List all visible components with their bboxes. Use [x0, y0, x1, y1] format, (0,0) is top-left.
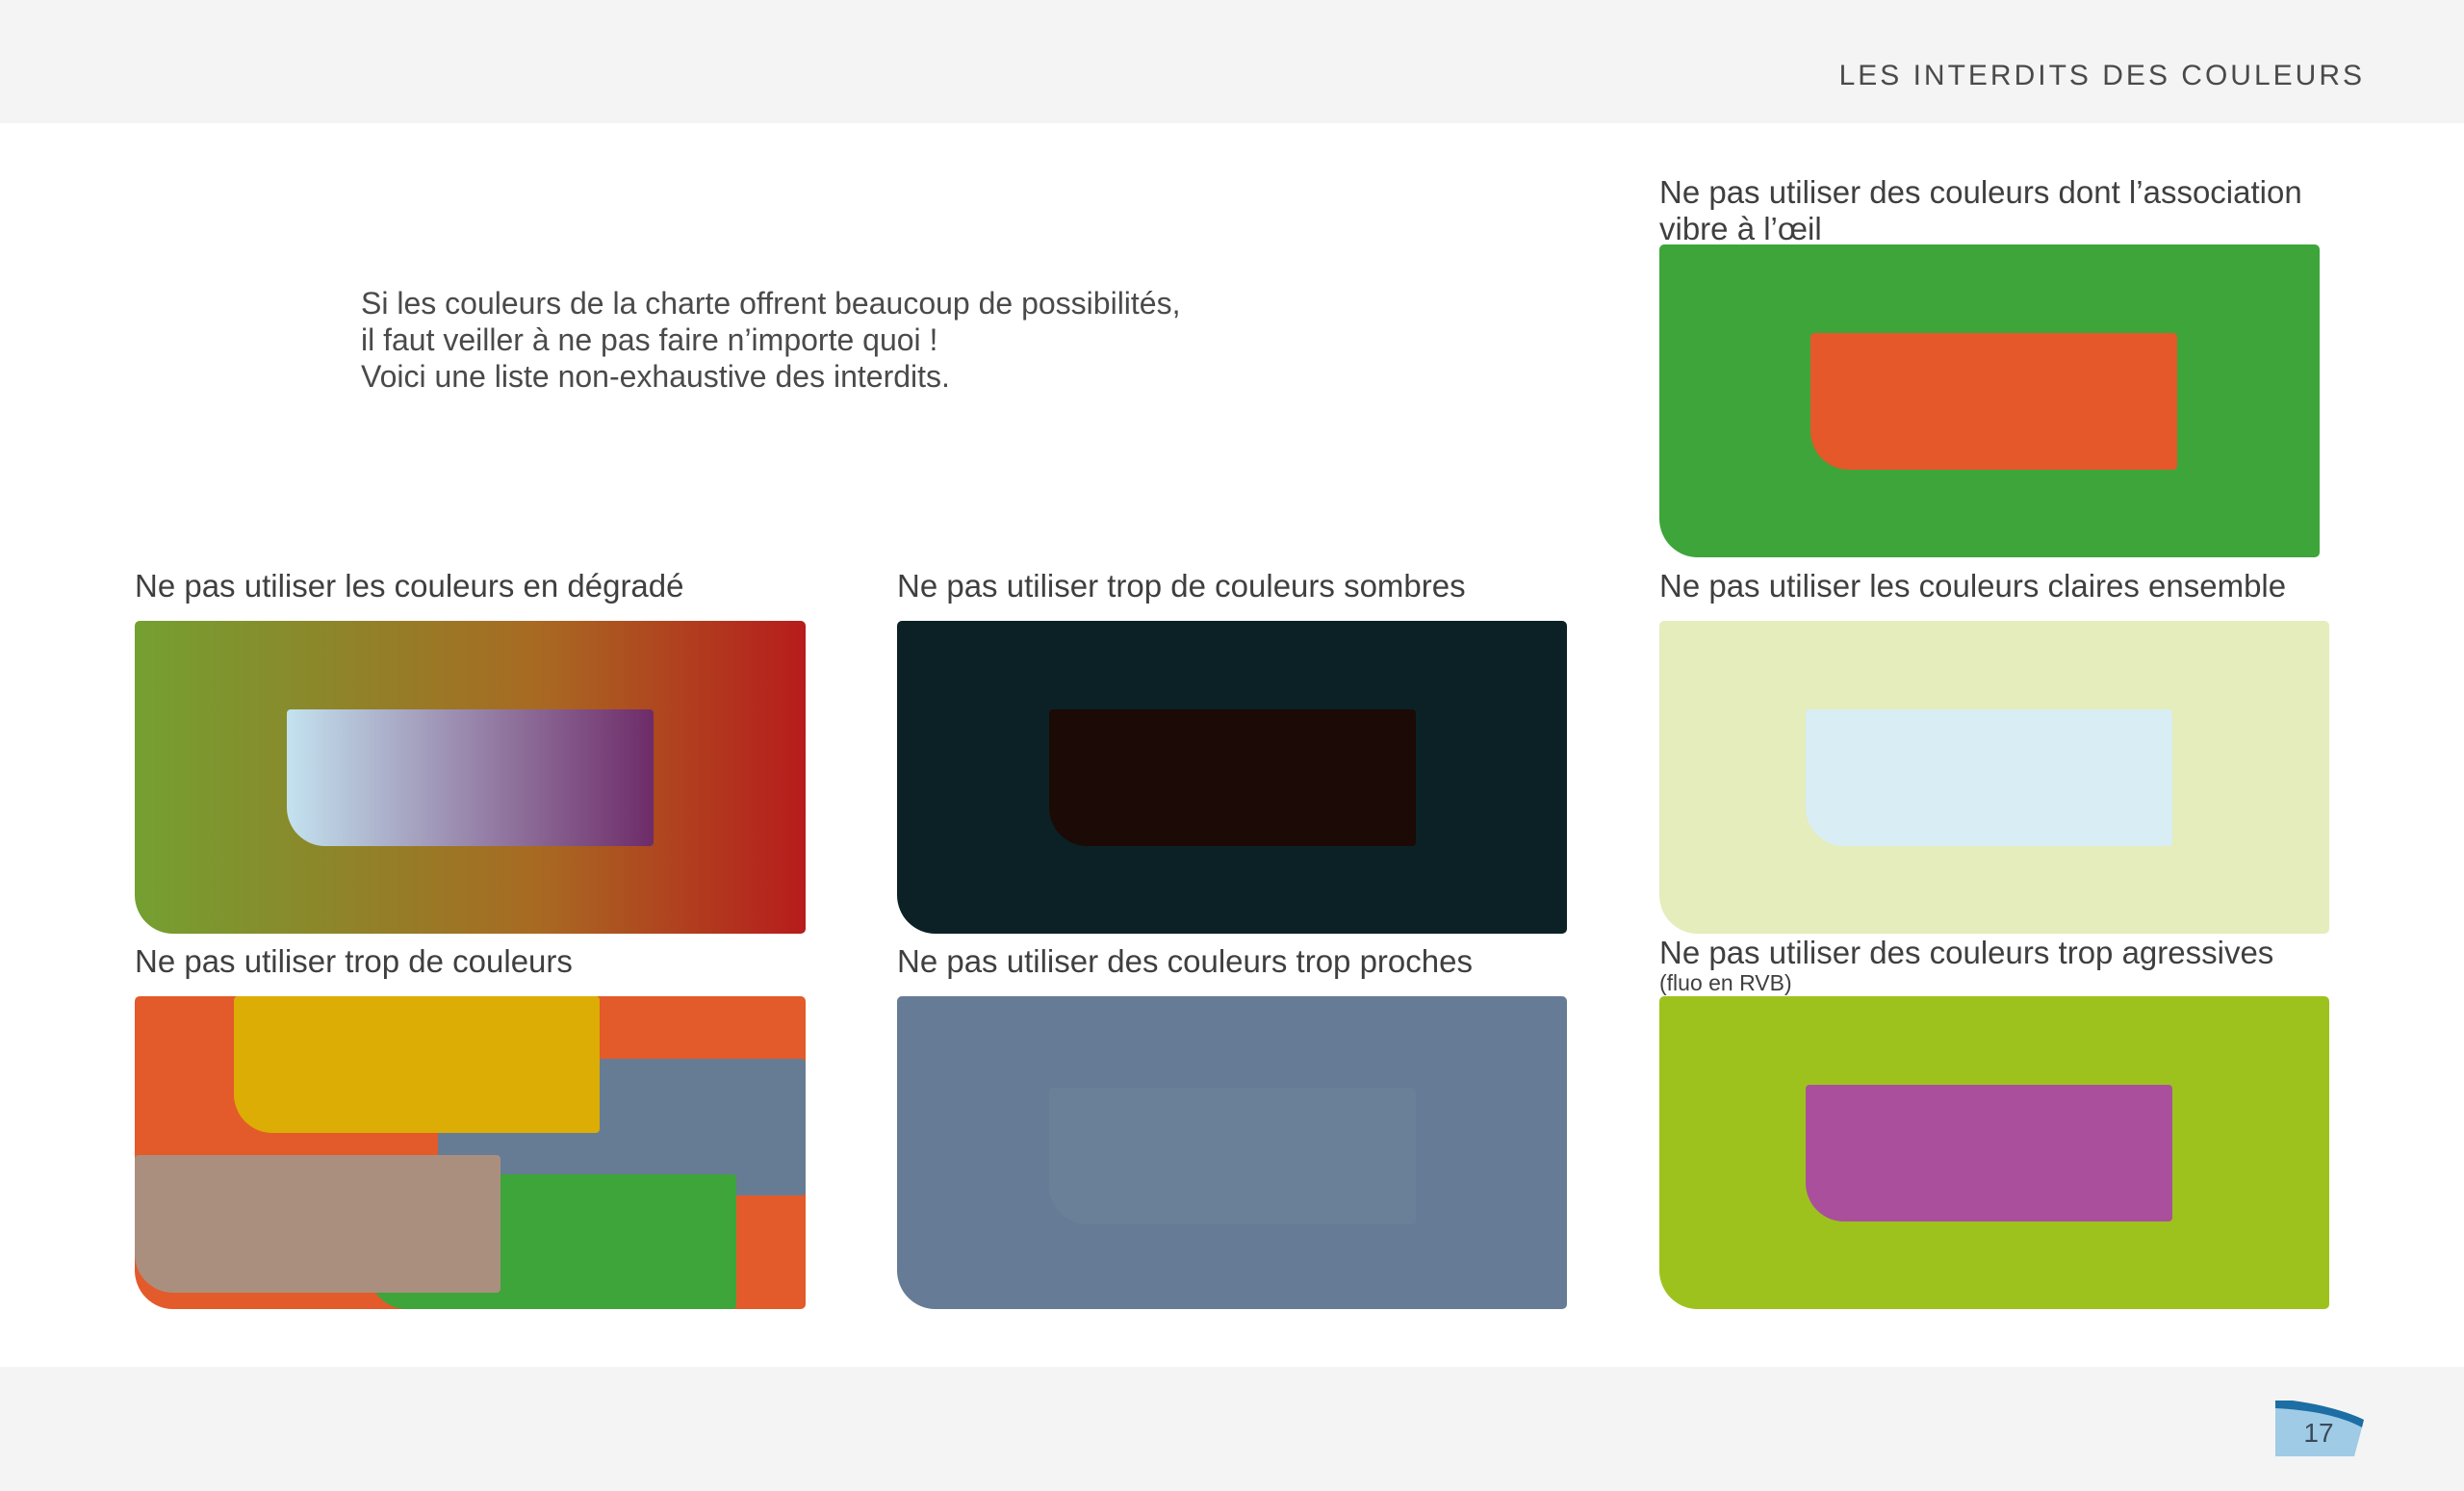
example-card-too-close [897, 996, 1567, 1309]
intro-line: Voici une liste non-exhaustive des inter… [361, 359, 950, 394]
rule-label-vibrate: Ne pas utiliser des couleurs dont l’asso… [1659, 174, 2302, 211]
example-card-gradient [135, 621, 806, 934]
page-number: 17 [2303, 1418, 2334, 1448]
rule-label-line: Ne pas utiliser des couleurs dont l’asso… [1659, 174, 2302, 210]
example-card-dark [897, 621, 1567, 934]
taupe-shape [135, 1155, 500, 1293]
intro-line: il faut veiller à ne pas faire n’importe… [361, 322, 938, 357]
inner-shape [287, 709, 654, 846]
rule-label-vibrate-line2: vibre à l’œil [1659, 211, 1822, 246]
intro-text: Si les couleurs de la charte offrent bea… [361, 285, 1227, 395]
inner-shape [1049, 709, 1416, 846]
intro-line: Si les couleurs de la charte offrent bea… [361, 286, 1181, 321]
footer-band [0, 1367, 2464, 1491]
rule-label-too-close: Ne pas utiliser des couleurs trop proche… [897, 943, 1473, 979]
rule-label-gradient: Ne pas utiliser les couleurs en dégradé [135, 568, 684, 604]
rule-label-dark: Ne pas utiliser trop de couleurs sombres [897, 568, 1466, 604]
inner-shape [1049, 1088, 1416, 1224]
inner-shape [1806, 709, 2172, 846]
example-card-light [1659, 621, 2329, 934]
inner-shape [1806, 1085, 2172, 1221]
rule-label-light: Ne pas utiliser les couleurs claires ens… [1659, 568, 2287, 604]
example-card-vibrate [1659, 244, 2320, 557]
example-card-aggressive [1659, 996, 2329, 1309]
rule-sublabel-aggressive: (fluo en RVB) [1659, 970, 1792, 995]
yellow-shape [234, 996, 600, 1133]
page-title: LES INTERDITS DES COULEURS [1838, 60, 2365, 91]
inner-shape [1810, 333, 2177, 470]
rule-label-aggressive: Ne pas utiliser des couleurs trop agress… [1659, 935, 2274, 970]
example-card-too-many [135, 996, 806, 1309]
rule-label-too-many: Ne pas utiliser trop de couleurs [135, 943, 573, 979]
